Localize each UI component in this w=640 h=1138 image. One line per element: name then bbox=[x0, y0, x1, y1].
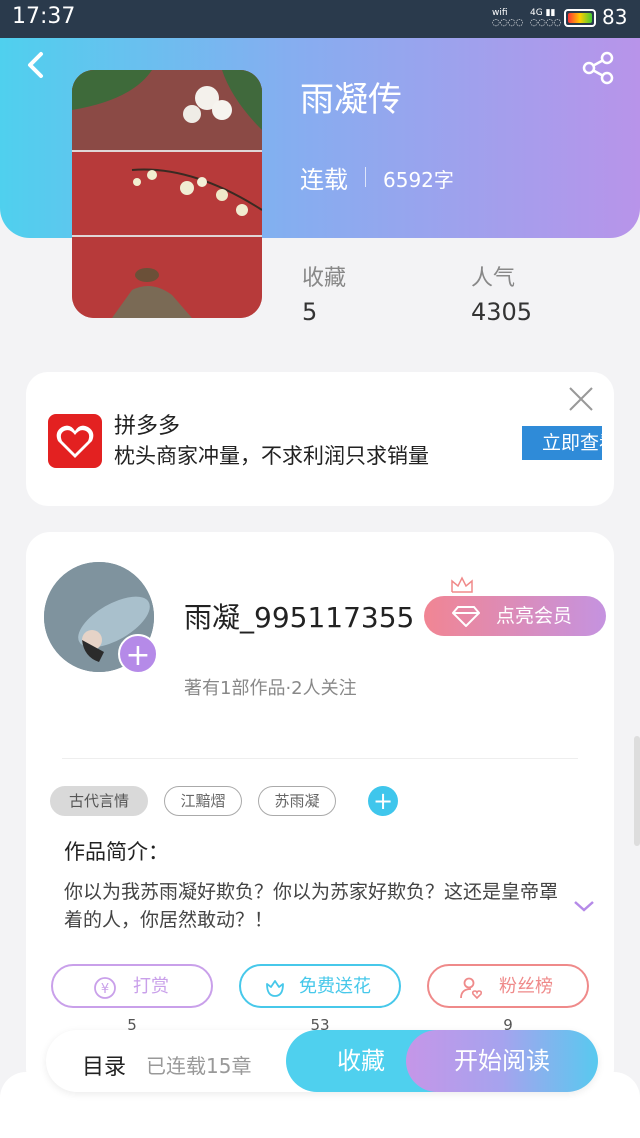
status-bar: 17:37 wifi ◌◌◌◌ 4G ▮▮ ◌◌◌◌ 83 bbox=[0, 0, 640, 38]
favorites-value: 5 bbox=[302, 298, 318, 326]
start-reading-button[interactable]: 开始阅读 bbox=[406, 1030, 598, 1092]
coin-icon: ¥ bbox=[94, 977, 116, 999]
follow-button[interactable]: + bbox=[118, 634, 158, 674]
serial-status: 连载 bbox=[300, 166, 348, 194]
wifi-label: wifi bbox=[492, 8, 508, 18]
wifi-icon: wifi ◌◌◌◌ bbox=[492, 8, 524, 28]
favorites-label: 收藏 bbox=[302, 266, 347, 291]
battery-icon bbox=[564, 9, 596, 27]
vip-button[interactable]: 点亮会员 bbox=[424, 596, 606, 636]
author-meta: 著有1部作品·2人关注 bbox=[184, 678, 357, 699]
user-heart-icon bbox=[460, 977, 483, 1000]
add-tag-button[interactable]: + bbox=[368, 786, 398, 816]
back-arrow-icon[interactable] bbox=[22, 50, 52, 80]
vip-label: 点亮会员 bbox=[496, 605, 573, 627]
book-title: 雨凝传 bbox=[300, 80, 402, 120]
intro-text: 你以为我苏雨凝好欺负？你以为苏家好欺负？这还是皇帝罩着的人，你居然敢动？！ bbox=[64, 881, 559, 931]
tip-button[interactable]: ¥ 打赏 bbox=[51, 964, 213, 1008]
chevron-down-icon[interactable] bbox=[572, 896, 596, 916]
fan-rank-button[interactable]: 粉丝榜 bbox=[427, 964, 589, 1008]
close-icon[interactable] bbox=[568, 386, 594, 412]
cellular-icon: 4G ▮▮ ◌◌◌◌ bbox=[530, 8, 562, 28]
scrollbar[interactable] bbox=[634, 736, 640, 846]
popularity-label: 人气 bbox=[471, 266, 516, 291]
intro-title: 作品简介： bbox=[64, 840, 169, 864]
word-count: 6592字 bbox=[383, 168, 454, 192]
book-cover[interactable] bbox=[72, 70, 262, 318]
flower-icon bbox=[266, 980, 284, 997]
status-time: 17:37 bbox=[12, 4, 76, 29]
chapter-count: 已连载15章 bbox=[146, 1054, 252, 1078]
author-name: 雨凝_995117355 bbox=[184, 601, 415, 634]
cover-artwork bbox=[72, 70, 262, 318]
toc-button[interactable]: 目录 bbox=[82, 1049, 126, 1081]
ad-slogan: 枕头商家冲量，不求利润只求销量 bbox=[114, 444, 429, 468]
pinduoduo-logo bbox=[48, 414, 102, 468]
popularity-value: 4305 bbox=[471, 298, 533, 326]
crown-icon bbox=[451, 576, 473, 593]
send-flower-button[interactable]: 免费送花 bbox=[239, 964, 401, 1008]
fan-rank-label: 粉丝榜 bbox=[499, 976, 553, 997]
tag-character[interactable]: 江黯熠 bbox=[164, 786, 242, 816]
ad-banner[interactable]: 拼多多 枕头商家冲量，不求利润只求销量 立即查看 bbox=[26, 372, 614, 506]
divider bbox=[62, 758, 578, 759]
ad-cta-button[interactable]: 立即查看 bbox=[522, 426, 602, 460]
diamond-icon bbox=[452, 606, 480, 627]
tip-label: 打赏 bbox=[133, 976, 169, 997]
send-flower-label: 免费送花 bbox=[299, 976, 371, 997]
network-label: 4G bbox=[530, 8, 543, 18]
tag-character[interactable]: 苏雨凝 bbox=[258, 786, 336, 816]
svg-text:¥: ¥ bbox=[101, 982, 109, 997]
ad-brand: 拼多多 bbox=[114, 414, 181, 439]
tag-genre[interactable]: 古代言情 bbox=[50, 786, 148, 816]
battery-percent: 83 bbox=[602, 5, 628, 29]
share-icon[interactable] bbox=[580, 50, 616, 86]
divider bbox=[365, 167, 366, 187]
